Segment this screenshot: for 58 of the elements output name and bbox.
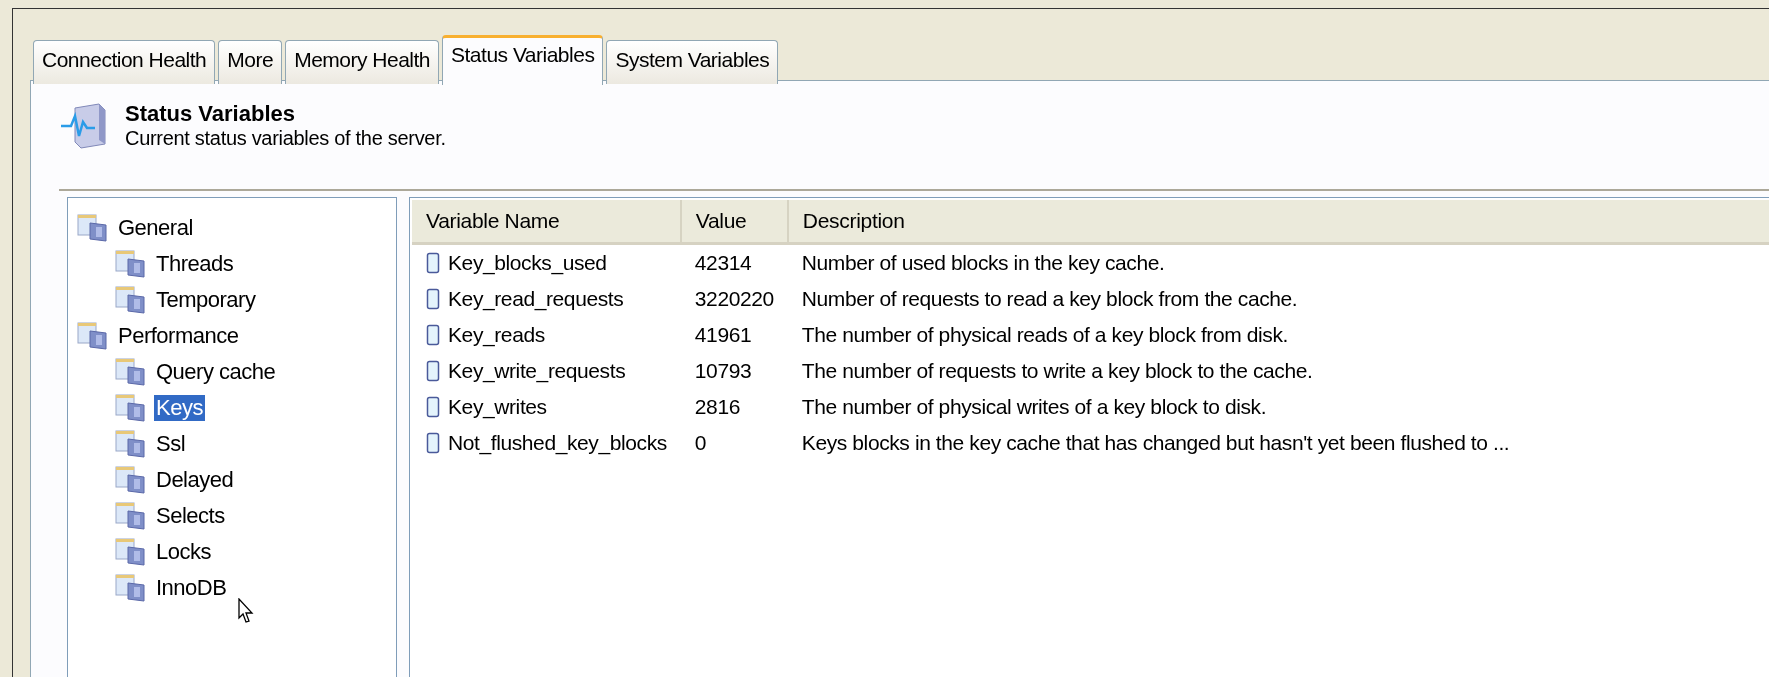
- tree-item[interactable]: General: [116, 215, 195, 241]
- tree-item[interactable]: Locks: [154, 539, 213, 565]
- tree-item[interactable]: Threads: [154, 251, 236, 277]
- tree-item[interactable]: Delayed: [154, 467, 236, 493]
- tree-item[interactable]: Query cache: [154, 359, 278, 385]
- table-cell: Not_flushed_key_blocks: [448, 431, 667, 455]
- tab[interactable]: More: [218, 40, 283, 84]
- variable-icon: [426, 252, 440, 274]
- folder-icon: [114, 573, 148, 603]
- table-cell: Key_blocks_used: [448, 251, 607, 275]
- table-cell: Key_reads: [448, 323, 545, 347]
- folder-icon: [114, 393, 148, 423]
- table-cell: The number of physical reads of a key block from disk.: [801, 323, 1288, 346]
- table-cell: 3220220: [694, 287, 774, 310]
- folder-icon: [114, 285, 148, 315]
- mouse-pointer-icon: [238, 598, 254, 624]
- table-cell: 2816: [694, 395, 740, 418]
- table-cell: Number of requests to read a key block from the cache.: [801, 287, 1298, 310]
- tree-item[interactable]: Selects: [154, 503, 227, 529]
- tree-item[interactable]: Performance: [116, 323, 241, 349]
- variable-icon: [426, 288, 440, 310]
- section-subtitle: Current status variables of the server.: [125, 127, 446, 150]
- section-title: Status Variables: [125, 101, 296, 127]
- column-header[interactable]: Value: [680, 200, 788, 244]
- table-cell: 41961: [694, 323, 752, 346]
- tab[interactable]: System Variables: [606, 40, 779, 84]
- tab[interactable]: Connection Health: [33, 40, 216, 84]
- table-cell: The number of requests to write a key block to the cache.: [801, 359, 1313, 382]
- table-cell: Key_write_requests: [448, 359, 626, 383]
- folder-icon: [114, 501, 148, 531]
- table-cell: Number of used blocks in the key cache.: [801, 251, 1165, 274]
- table-cell: 42314: [694, 251, 752, 274]
- tree-item[interactable]: InnoDB: [154, 575, 229, 601]
- column-header[interactable]: Description: [787, 200, 1769, 244]
- folder-icon: [114, 537, 148, 567]
- tree-item[interactable]: Keys: [154, 395, 205, 421]
- folder-icon: [114, 357, 148, 387]
- table-cell: 0: [694, 431, 707, 454]
- table-cell: Key_writes: [448, 395, 547, 419]
- tree-item[interactable]: Temporary: [154, 287, 258, 313]
- variable-icon: [426, 432, 440, 454]
- column-header[interactable]: Variable Name: [412, 200, 681, 244]
- folder-icon: [114, 249, 148, 279]
- variable-icon: [426, 396, 440, 418]
- table-cell: 10793: [694, 359, 752, 382]
- table-cell: Keys blocks in the key cache that has changed but hasn't yet been flushed to ...: [801, 431, 1510, 454]
- server-monitor-icon: [59, 101, 109, 150]
- table-cell: The number of physical writes of a key block to disk.: [801, 395, 1267, 418]
- folder-icon: [114, 465, 148, 495]
- tree-item[interactable]: Ssl: [154, 431, 188, 457]
- folder-icon: [114, 429, 148, 459]
- folder-icon: [76, 213, 110, 243]
- tab[interactable]: Memory Health: [285, 40, 440, 84]
- table-cell: Key_read_requests: [448, 287, 624, 311]
- variable-icon: [426, 324, 440, 346]
- folder-icon: [76, 321, 110, 351]
- variable-icon: [426, 360, 440, 382]
- tab[interactable]: Status Variables: [442, 35, 604, 85]
